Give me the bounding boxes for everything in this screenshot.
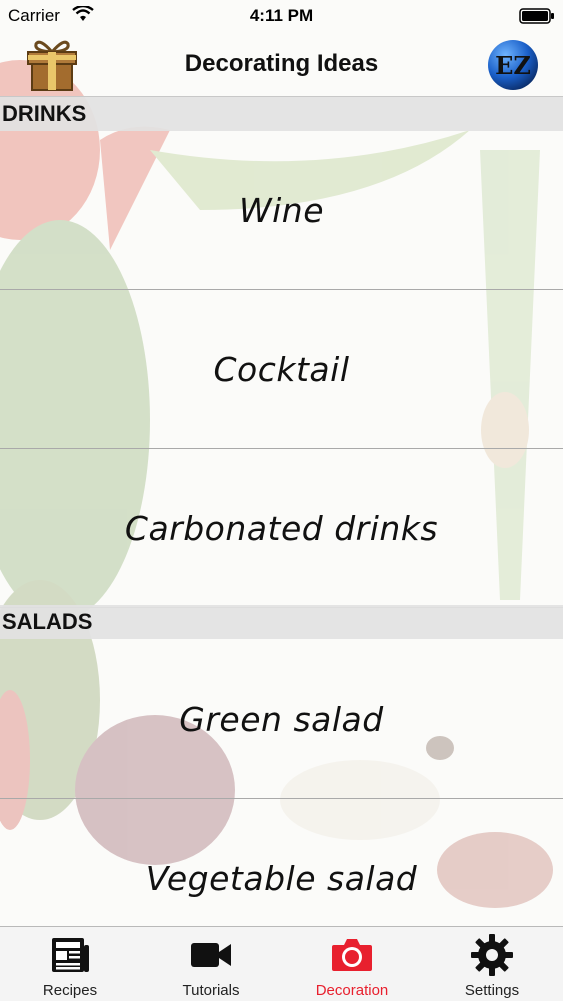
tab-bar: Recipes Tutorials Decoration Settings bbox=[0, 926, 563, 1001]
gear-icon bbox=[471, 934, 513, 976]
tab-label: Recipes bbox=[42, 982, 98, 999]
svg-text:EZ: EZ bbox=[495, 51, 531, 80]
video-camera-icon bbox=[191, 943, 231, 967]
tab-settings[interactable]: Settings bbox=[422, 927, 562, 1001]
tab-decoration[interactable]: Decoration bbox=[282, 927, 422, 1001]
tab-label: Tutorials bbox=[182, 982, 240, 999]
list-item-cocktail[interactable]: Cocktail bbox=[0, 290, 563, 449]
list-item-wine[interactable]: Wine bbox=[0, 131, 563, 290]
battery-icon bbox=[519, 8, 554, 24]
tab-recipes[interactable]: Recipes bbox=[0, 927, 140, 1001]
list-item-label: Cocktail bbox=[213, 349, 350, 389]
navigation-bar: Decorating Ideas EZ bbox=[0, 32, 563, 97]
list-item-label: Carbonated drinks bbox=[124, 508, 439, 548]
list-item-label: Vegetable salad bbox=[145, 858, 418, 898]
page-title: Decorating Ideas bbox=[184, 50, 379, 77]
tab-tutorials[interactable]: Tutorials bbox=[141, 927, 281, 1001]
tab-label: Decoration bbox=[315, 982, 389, 999]
ez-logo-icon[interactable]: EZ bbox=[486, 38, 540, 92]
status-time: 4:11 PM bbox=[249, 6, 314, 25]
status-bar: Carrier 4:11 PM bbox=[0, 0, 563, 32]
section-header-salads: SALADS bbox=[0, 605, 563, 639]
camera-icon bbox=[332, 939, 372, 971]
list-item-green-salad[interactable]: Green salad bbox=[0, 640, 563, 799]
list-item-label: Wine bbox=[238, 190, 324, 230]
section-header-drinks: DRINKS bbox=[0, 97, 563, 131]
tab-label: Settings bbox=[464, 982, 520, 999]
list-item-label: Green salad bbox=[179, 699, 384, 739]
list-item-carbonated-drinks[interactable]: Carbonated drinks bbox=[0, 449, 563, 608]
newspaper-icon bbox=[52, 938, 89, 972]
